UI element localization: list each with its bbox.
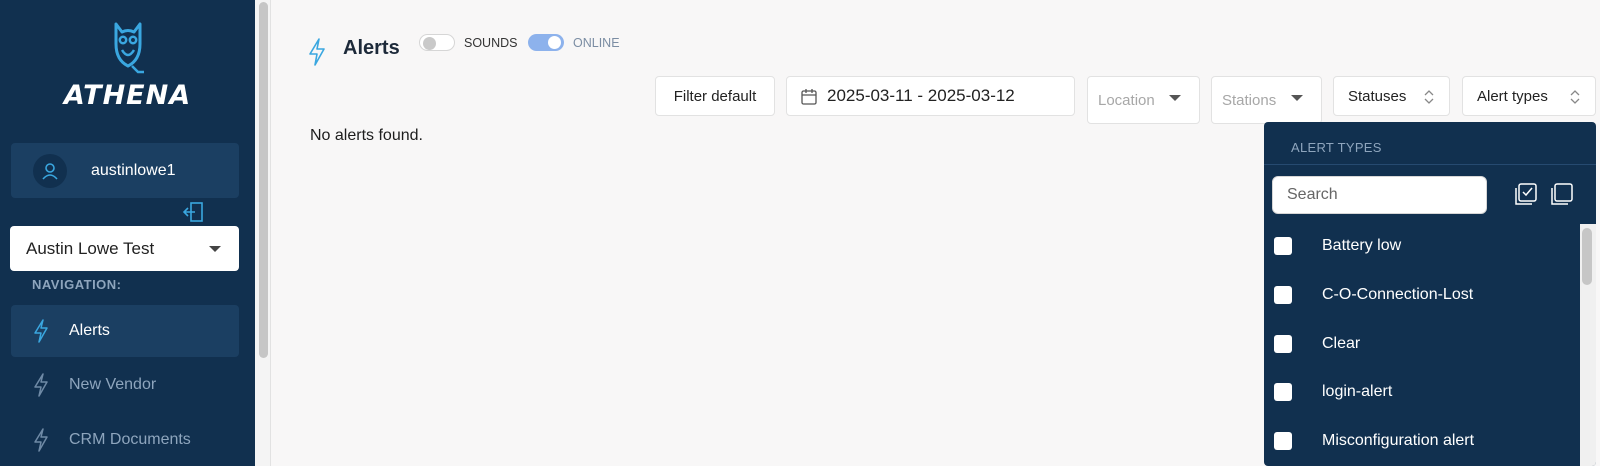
lightning-icon (34, 373, 48, 397)
statuses-select[interactable]: Statuses (1333, 76, 1450, 116)
alert-types-select[interactable]: Alert types (1462, 76, 1596, 116)
username: austinlowe1 (91, 161, 176, 179)
date-range-value: 2025-03-11 - 2025-03-12 (827, 86, 1015, 105)
option-label: Battery low (1322, 237, 1402, 254)
brand-name: ATHENA (63, 80, 192, 111)
panel-scrollbar-thumb[interactable] (1582, 228, 1592, 285)
sidebar: ATHENA austinlowe1 Austin Lowe Test NAVI… (0, 0, 255, 466)
checkbox[interactable] (1274, 432, 1292, 450)
page-title: Alerts (343, 37, 400, 59)
sidebar-item-new-vendor[interactable]: New Vendor (11, 359, 239, 411)
checkbox[interactable] (1274, 383, 1292, 401)
checkbox[interactable] (1274, 237, 1292, 255)
user-icon (33, 153, 67, 188)
lightning-icon (309, 38, 325, 66)
alert-type-option[interactable]: login-alert (1264, 368, 1578, 416)
athena-logo[interactable]: ATHENA (0, 20, 255, 111)
sidebar-item-label: CRM Documents (69, 431, 191, 448)
chevron-down-icon (209, 246, 221, 252)
sort-updown-icon (1424, 90, 1434, 104)
sidebar-item-alerts[interactable]: Alerts (11, 305, 239, 357)
nav-heading: NAVIGATION: (32, 277, 122, 292)
location-placeholder: Location (1098, 91, 1155, 109)
alert-type-option[interactable]: C-O-Connection-Lost (1264, 271, 1578, 319)
sounds-label: SOUNDS (464, 36, 518, 50)
location-dropdown[interactable]: Location (1087, 76, 1200, 124)
chevron-down-icon (1169, 95, 1181, 101)
statuses-label: Statuses (1348, 87, 1407, 105)
toggle-knob (548, 36, 561, 49)
empty-state-message: No alerts found. (310, 127, 423, 144)
alert-types-panel: ALERT TYPES Battery low C-O-Connection-L… (1264, 122, 1596, 466)
chevron-down-icon (1291, 95, 1303, 101)
panel-header: ALERT TYPES (1264, 122, 1596, 165)
account-select[interactable]: Austin Lowe Test (10, 226, 239, 271)
user-card[interactable]: austinlowe1 (11, 143, 239, 198)
option-label: C-O-Connection-Lost (1322, 286, 1474, 303)
deselect-all-icon[interactable] (1550, 182, 1574, 206)
sidebar-scrollbar-thumb[interactable] (259, 2, 268, 358)
alert-type-option[interactable]: Battery low (1264, 222, 1578, 270)
toggle-knob (423, 37, 436, 50)
search-input[interactable] (1272, 176, 1487, 214)
option-label: Clear (1322, 335, 1361, 352)
sounds-toggle[interactable] (419, 34, 455, 51)
owl-logo-icon (114, 22, 144, 74)
option-label: login-alert (1322, 383, 1393, 400)
option-label: Misconfiguration alert (1322, 432, 1475, 449)
alert-type-option[interactable]: Clear (1264, 320, 1578, 368)
sidebar-item-label: Alerts (69, 322, 110, 339)
calendar-icon (801, 88, 817, 105)
online-toggle[interactable] (528, 34, 564, 51)
alert-type-option[interactable]: Misconfiguration alert (1264, 417, 1578, 465)
sidebar-item-label: New Vendor (69, 376, 157, 393)
sidebar-item-crm-documents[interactable]: CRM Documents (11, 414, 239, 466)
filter-default-button[interactable]: Filter default (655, 76, 775, 116)
account-select-value: Austin Lowe Test (26, 238, 155, 258)
select-all-icon[interactable] (1514, 182, 1538, 206)
sort-updown-icon (1570, 90, 1580, 104)
logout-icon[interactable] (182, 202, 204, 222)
lightning-icon (34, 428, 48, 452)
panel-title: ALERT TYPES (1291, 140, 1382, 155)
date-range-picker[interactable]: 2025-03-11 - 2025-03-12 (786, 76, 1075, 116)
online-label: ONLINE (573, 36, 620, 50)
checkbox[interactable] (1274, 335, 1292, 353)
stations-placeholder: Stations (1222, 91, 1277, 109)
stations-dropdown[interactable]: Stations (1211, 76, 1322, 124)
alert-types-label: Alert types (1477, 87, 1548, 105)
lightning-icon (34, 319, 48, 343)
checkbox[interactable] (1274, 286, 1292, 304)
